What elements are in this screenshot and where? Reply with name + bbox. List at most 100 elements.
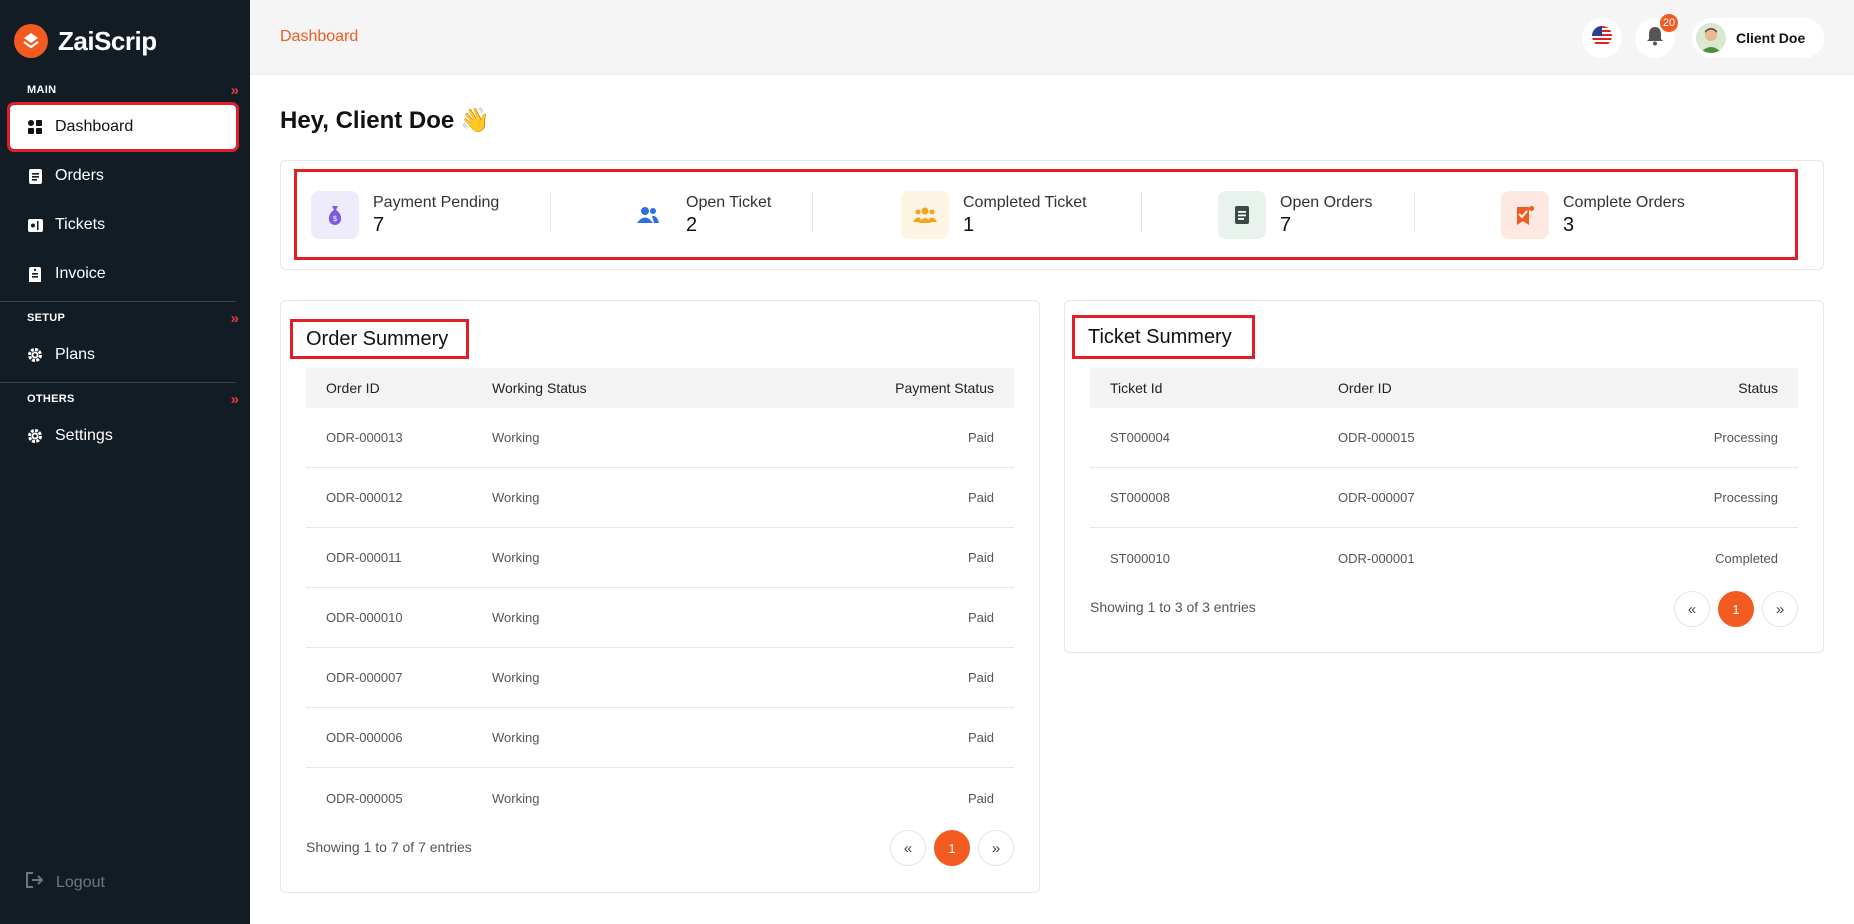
stat-value: 3 (1563, 213, 1575, 236)
order-summary-title: Order Summery (290, 319, 469, 359)
ticket-id-cell: ST000008 (1110, 490, 1170, 505)
user-name: Client Doe (1736, 30, 1806, 46)
column-header[interactable]: Order ID (326, 380, 380, 396)
pagination-next-button[interactable]: » (978, 830, 1014, 866)
ticket-icon (27, 217, 43, 233)
working-status-cell: Working (492, 670, 540, 685)
column-header[interactable]: Order ID (1338, 380, 1392, 396)
avatar (1696, 23, 1726, 53)
column-header[interactable]: Ticket Id (1110, 380, 1162, 396)
logout-label: Logout (56, 873, 105, 891)
stat-label: Open Orders (1280, 193, 1373, 211)
table-row[interactable]: ST000004 ODR-000015 Processing (1090, 408, 1798, 468)
payment-status-cell: Paid (967, 670, 994, 685)
top-bar: Dashboard 20 Client Doe (250, 0, 1854, 75)
pagination-page-button[interactable]: 1 (1718, 591, 1754, 627)
divider (0, 382, 236, 383)
sidebar-item-label: Tickets (55, 216, 106, 233)
brand[interactable]: ZaiScrip (14, 24, 157, 58)
grid-icon (27, 119, 43, 135)
brand-logo-icon (14, 24, 48, 58)
table-row[interactable]: ODR-000012 Working Paid (306, 468, 1014, 528)
status-cell: Completed (1715, 550, 1778, 566)
section-others: OTHERS » (0, 389, 240, 409)
stat-complete-orders[interactable]: Complete Orders 3 (1501, 191, 1685, 239)
payment-status-cell: Paid (967, 550, 994, 565)
payment-status-cell: Paid (967, 790, 994, 806)
invoice-icon (27, 266, 43, 282)
waving-hand-icon: 👋 (460, 107, 491, 134)
svg-text:$: $ (332, 214, 337, 223)
sidebar-item-label: Plans (55, 346, 96, 363)
divider (550, 192, 551, 232)
payment-status-cell: Paid (967, 730, 994, 745)
stat-label: Open Ticket (686, 193, 772, 211)
language-button[interactable] (1582, 18, 1622, 58)
working-status-cell: Working (492, 550, 540, 565)
check-order-icon (1501, 191, 1549, 239)
logout-button[interactable]: Logout (26, 872, 105, 893)
stat-label: Completed Ticket (963, 193, 1087, 211)
double-chevron-icon[interactable]: » (231, 82, 240, 99)
stat-payment-pending[interactable]: $ Payment Pending 7 (311, 191, 499, 239)
divider (812, 192, 813, 232)
user-menu-button[interactable]: Client Doe (1692, 18, 1824, 58)
section-setup: SETUP » (0, 308, 240, 328)
table-row[interactable]: ODR-000010 Working Paid (306, 588, 1014, 648)
column-header[interactable]: Payment Status (895, 380, 994, 396)
divider (0, 301, 236, 302)
section-title: MAIN (27, 84, 57, 96)
table-row[interactable]: ODR-000011 Working Paid (306, 528, 1014, 588)
table-row[interactable]: ST000008 ODR-000007 Processing (1090, 468, 1798, 528)
column-header[interactable]: Working Status (492, 380, 587, 396)
entries-info: Showing 1 to 3 of 3 entries (1090, 599, 1256, 615)
stat-value: 7 (1280, 213, 1292, 236)
table-row[interactable]: ODR-000007 Working Paid (306, 648, 1014, 708)
sidebar-item-label: Orders (55, 167, 104, 184)
ticket-summary-title: Ticket Summery (1072, 315, 1255, 359)
pagination-next-button[interactable]: » (1762, 591, 1798, 627)
order-id-cell: ODR-000015 (1338, 430, 1415, 445)
sidebar: ZaiScrip MAIN » Dashboard Orders Tickets… (0, 0, 250, 924)
sidebar-item-plans[interactable]: Plans (10, 333, 236, 377)
status-cell: Processing (1713, 430, 1778, 445)
working-status-cell: Working (492, 610, 540, 625)
section-title: OTHERS (27, 393, 75, 405)
pagination-prev-button[interactable]: « (890, 830, 926, 866)
working-status-cell: Working (492, 730, 540, 745)
stat-open-orders[interactable]: Open Orders 7 (1218, 191, 1372, 239)
table-row[interactable]: ODR-000006 Working Paid (306, 708, 1014, 768)
order-id-cell: ODR-000010 (326, 610, 403, 625)
sidebar-item-invoice[interactable]: Invoice (10, 252, 236, 296)
sidebar-item-settings[interactable]: Settings (10, 414, 236, 458)
column-header[interactable]: Status (1738, 380, 1778, 396)
pagination-prev-button[interactable]: « (1674, 591, 1710, 627)
stat-open-ticket[interactable]: Open Ticket 2 (624, 191, 771, 239)
double-chevron-icon[interactable]: » (231, 310, 240, 327)
status-cell: Processing (1713, 490, 1778, 505)
gear-icon (27, 347, 43, 363)
order-table-header: Order ID Working Status Payment Status (306, 368, 1014, 408)
sidebar-item-dashboard[interactable]: Dashboard (7, 102, 239, 152)
ticket-table-header: Ticket Id Order ID Status (1090, 368, 1798, 408)
order-id-cell: ODR-000007 (326, 670, 403, 685)
stat-completed-ticket[interactable]: Completed Ticket 1 (901, 191, 1087, 239)
order-id-cell: ODR-000011 (326, 550, 402, 565)
sidebar-item-orders[interactable]: Orders (10, 154, 236, 198)
table-row[interactable]: ST000010 ODR-000001 Completed (1090, 528, 1798, 588)
sidebar-item-tickets[interactable]: Tickets (10, 203, 236, 247)
divider (1414, 192, 1415, 232)
table-row[interactable]: ODR-000013 Working Paid (306, 408, 1014, 468)
working-status-cell: Working (492, 490, 540, 505)
pagination-page-button[interactable]: 1 (934, 830, 970, 866)
double-chevron-icon[interactable]: » (231, 391, 240, 408)
order-id-cell: ODR-000012 (326, 490, 403, 505)
order-id-cell: ODR-000005 (326, 790, 403, 806)
table-row[interactable]: ODR-000005 Working Paid (306, 768, 1014, 828)
greeting-text: Hey, Client Doe (280, 106, 455, 134)
order-id-cell: ODR-000001 (1338, 550, 1415, 566)
breadcrumb[interactable]: Dashboard (280, 28, 358, 46)
document-icon (27, 168, 43, 184)
payment-status-cell: Paid (967, 430, 994, 445)
ticket-id-cell: ST000004 (1110, 430, 1170, 445)
